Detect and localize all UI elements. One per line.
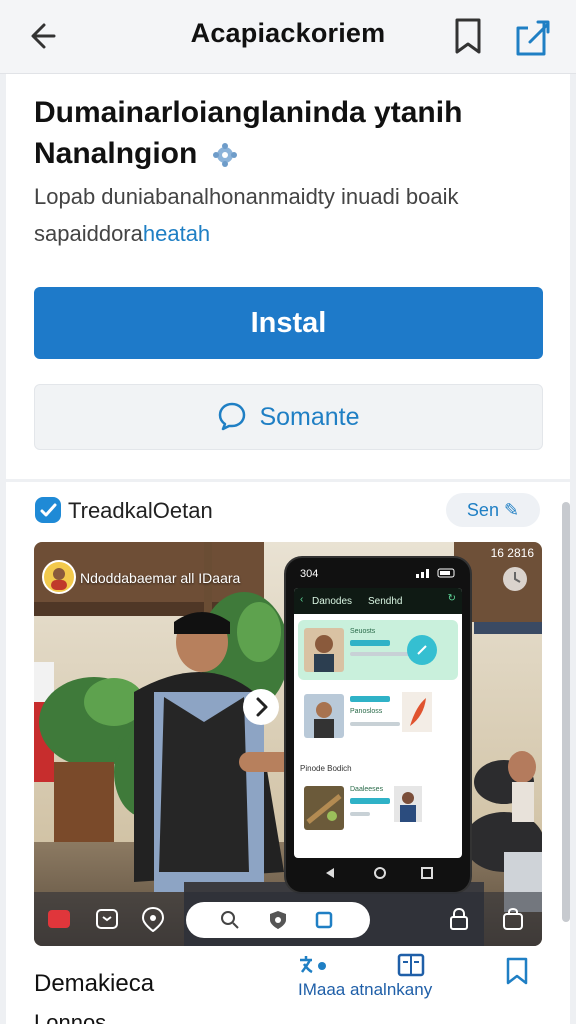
channel-avatar[interactable] bbox=[42, 560, 76, 594]
install-button[interactable]: Instal bbox=[34, 287, 543, 359]
square-icon[interactable] bbox=[314, 910, 334, 930]
screen-header-right: Sendhd bbox=[368, 596, 403, 607]
bottom-action-label[interactable]: IMaaa atnalnkany bbox=[298, 980, 432, 1000]
tile-line bbox=[350, 722, 400, 726]
screen-header-left: Danodes bbox=[312, 596, 353, 607]
toolbar-pill bbox=[186, 902, 370, 938]
screen-header: ‹ Danodes Sendhd ↻ bbox=[294, 588, 462, 614]
section-badge-icon bbox=[35, 497, 61, 523]
page-title: Acapiackoriem bbox=[190, 18, 386, 48]
media-caption: Ndoddabaemar all IDaara bbox=[80, 570, 241, 586]
phone-status-time: 304 bbox=[300, 568, 319, 580]
next-arrow-button[interactable] bbox=[242, 688, 280, 726]
tile-chip bbox=[350, 640, 390, 646]
shield-icon[interactable] bbox=[268, 910, 288, 930]
see-all-button[interactable]: Sen ✎ bbox=[446, 493, 540, 527]
phone-screen: ‹ Danodes Sendhd ↻ Seuosts Panosloss Pin… bbox=[294, 588, 462, 858]
tile-line bbox=[350, 812, 370, 816]
record-icon[interactable] bbox=[46, 906, 72, 932]
tile-line bbox=[350, 652, 410, 656]
list-item[interactable]: Seuosts bbox=[298, 620, 458, 680]
media-toolbar bbox=[34, 892, 542, 946]
back-arrow-icon[interactable] bbox=[26, 16, 66, 56]
app-title: Dumainarloianglaninda ytanih Nanalngion bbox=[34, 96, 463, 170]
screen-section-label: Pinode Bodich bbox=[300, 764, 352, 773]
preview-card: TreadkalOetan Sen ✎ Ndoddabaemar all IDa… bbox=[6, 482, 570, 1024]
search-icon[interactable] bbox=[220, 910, 240, 930]
refresh-small-icon[interactable]: ↻ bbox=[448, 593, 456, 604]
clock-icon[interactable] bbox=[502, 566, 528, 592]
list-item[interactable]: Panosloss bbox=[298, 686, 458, 752]
section-title: TreadkalOetan bbox=[68, 498, 213, 523]
list-item[interactable]: Daaleeses bbox=[298, 778, 458, 852]
tile-chip bbox=[350, 696, 390, 702]
translate-icon[interactable] bbox=[298, 952, 330, 978]
top-app-bar: Acapiackoriem bbox=[0, 0, 576, 74]
tile-label: Panosloss bbox=[350, 708, 383, 715]
bookmark-outline-icon[interactable] bbox=[504, 956, 530, 986]
bookmark-icon[interactable] bbox=[448, 14, 488, 58]
share-icon[interactable] bbox=[512, 14, 552, 58]
see-all-label: Sen bbox=[466, 500, 499, 520]
person-thumb bbox=[394, 786, 422, 822]
lock-icon[interactable] bbox=[446, 906, 472, 932]
scrollbar[interactable] bbox=[562, 502, 570, 922]
app-details-card: Dumainarloianglaninda ytanih Nanalngion … bbox=[6, 74, 570, 479]
secondary-button-label: Somante bbox=[259, 403, 360, 431]
tile-chip bbox=[350, 798, 390, 804]
chat-bubble-icon bbox=[219, 403, 246, 431]
phone-nav-bar bbox=[326, 867, 433, 879]
pencil-icon: ✎ bbox=[503, 500, 520, 520]
app-description: Lopab duniabanalhonanmaidty inuadi boaik… bbox=[34, 184, 459, 246]
tile-label: Seuosts bbox=[350, 628, 376, 635]
media-preview[interactable]: Ndoddabaemar all IDaara 16 2816 304 ‹ Da… bbox=[34, 542, 542, 946]
book-icon[interactable] bbox=[396, 952, 426, 980]
description-link[interactable]: heatah bbox=[143, 221, 210, 246]
bag-icon[interactable] bbox=[500, 906, 526, 932]
back-small-icon[interactable]: ‹ bbox=[300, 594, 303, 605]
verified-badge-icon bbox=[212, 143, 237, 168]
thumbnail bbox=[304, 628, 344, 672]
bottom-subtitle: Lonnos bbox=[34, 1010, 107, 1024]
phone-mockup: 304 ‹ Danodes Sendhd ↻ Seuosts Panosloss… bbox=[284, 556, 472, 894]
media-timestamp: 16 2816 bbox=[490, 546, 534, 560]
thumbnail bbox=[304, 694, 344, 738]
profile-icon[interactable] bbox=[140, 906, 166, 932]
signal-battery-icon bbox=[416, 568, 455, 578]
play-circle-icon[interactable] bbox=[406, 634, 438, 666]
secondary-action-button[interactable]: Somante bbox=[34, 384, 543, 450]
bottom-title: Demakieca bbox=[34, 970, 155, 997]
feather-thumb bbox=[402, 692, 432, 732]
thumbnail bbox=[304, 786, 344, 830]
box-icon[interactable] bbox=[94, 906, 120, 932]
tile-label: Daaleeses bbox=[350, 786, 384, 793]
